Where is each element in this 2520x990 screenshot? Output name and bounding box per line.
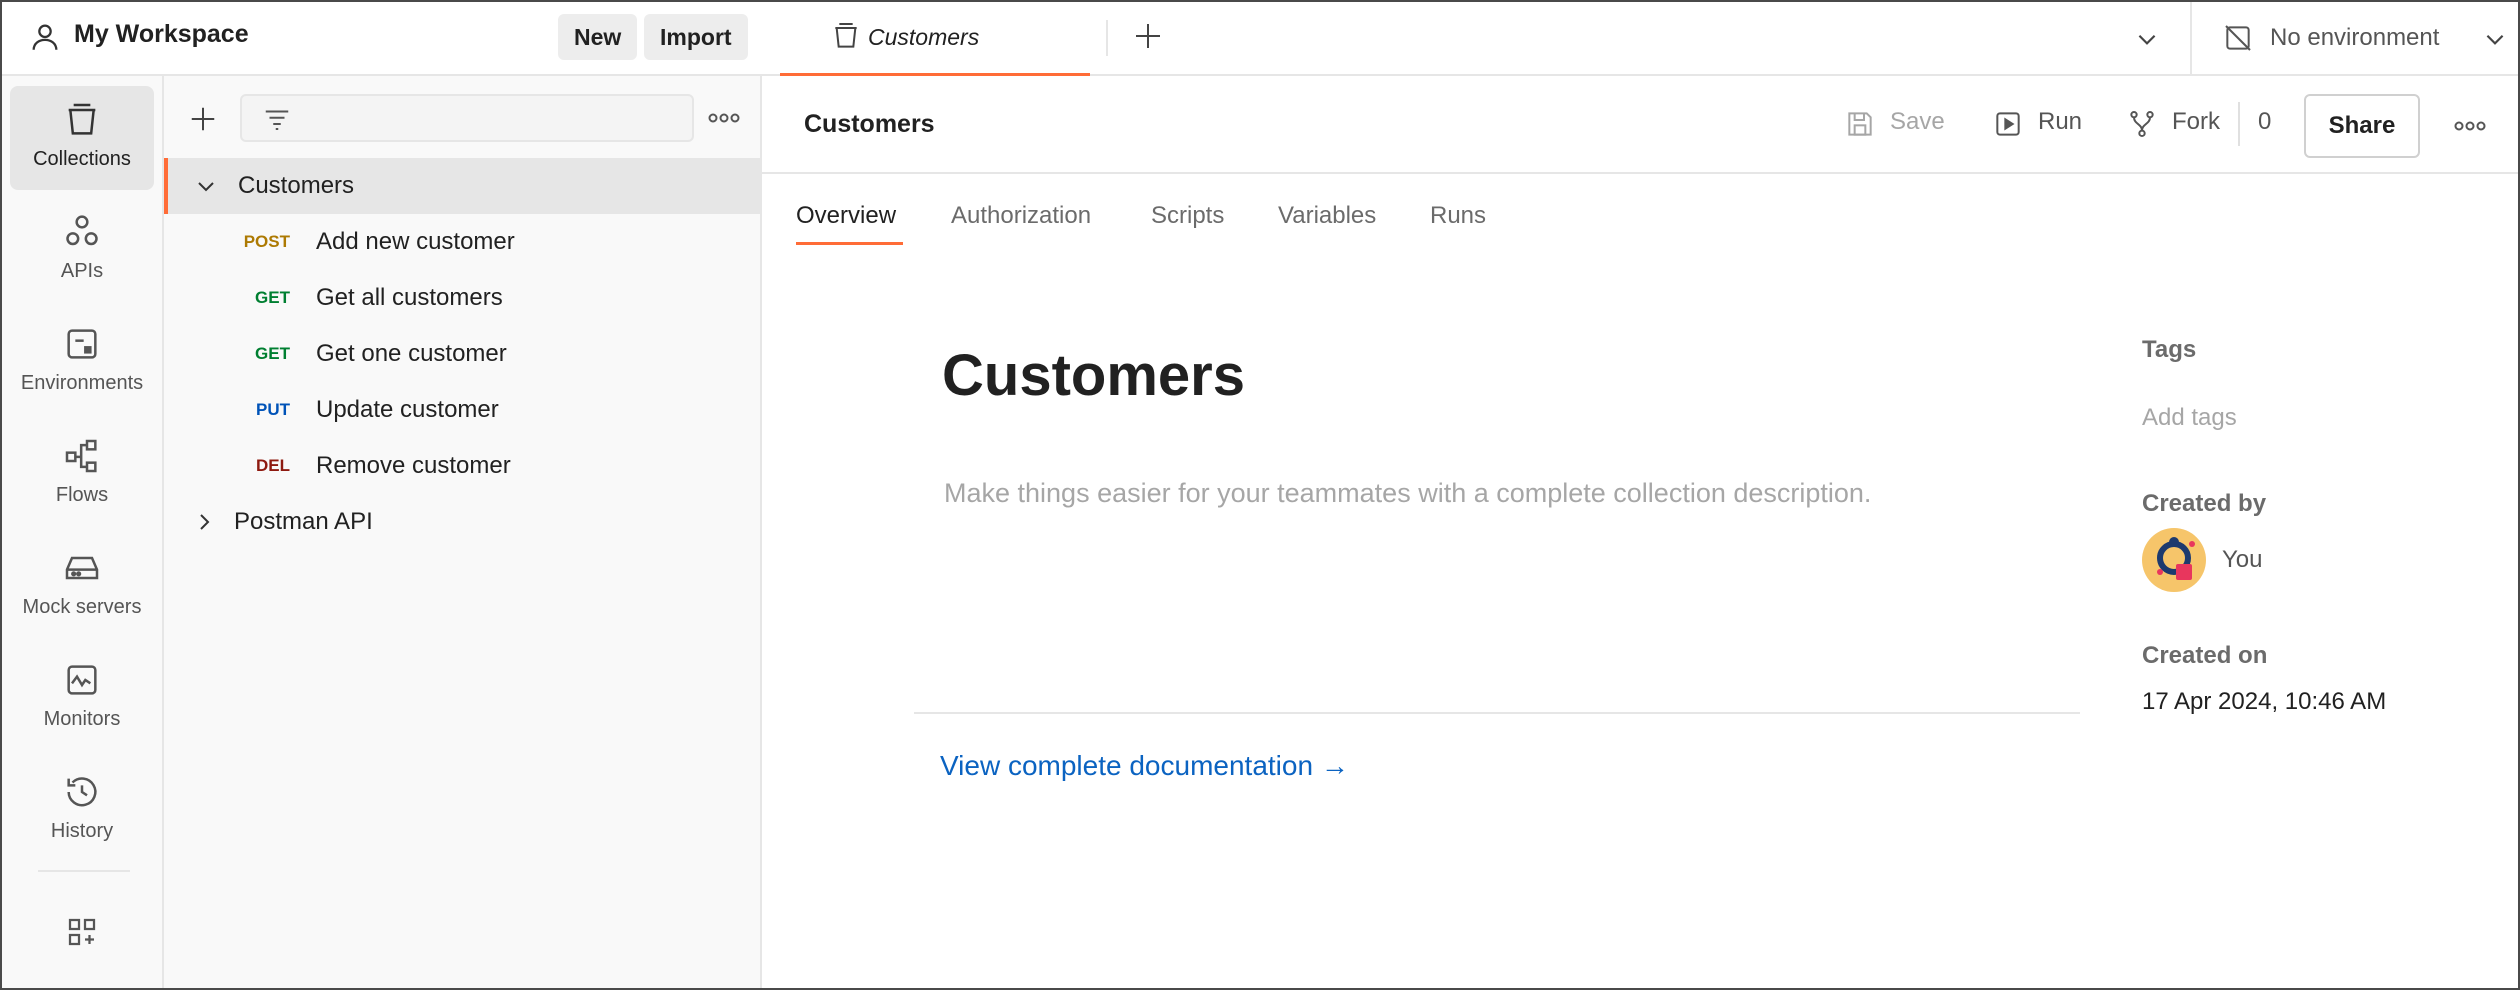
fork-icon [2126, 108, 2158, 140]
run-button[interactable]: Run [2038, 108, 2082, 136]
tab-bar: Customers No environment [762, 2, 2518, 76]
collections-icon [62, 100, 102, 140]
method-badge: POST [243, 232, 290, 251]
no-environment-icon [2222, 22, 2254, 54]
tab-authorization[interactable]: Authorization [951, 202, 1091, 230]
page-title: Customers [804, 110, 935, 138]
new-button[interactable]: New [558, 14, 638, 60]
sidebar-item-monitors[interactable]: Monitors [10, 646, 154, 750]
environment-label: No environment [2270, 24, 2440, 51]
active-tab-indicator [796, 242, 903, 245]
request-item[interactable]: GET Get all customers [164, 270, 760, 326]
flows-icon [62, 436, 102, 476]
request-name: Remove customer [316, 452, 511, 479]
apis-icon [62, 212, 102, 252]
mock-servers-icon [62, 548, 102, 588]
method-badge: PUT [256, 400, 290, 419]
workspace-name[interactable]: My Workspace [74, 20, 249, 49]
description-placeholder[interactable]: Make things easier for your teammates wi… [944, 478, 1871, 509]
sidebar-item-flows[interactable]: Flows [10, 422, 154, 526]
fork-count: 0 [2258, 108, 2272, 135]
monitors-icon [62, 660, 102, 700]
import-button[interactable]: Import [644, 14, 748, 60]
sidebar-item-collections[interactable]: Collections [10, 86, 154, 190]
collection-header: Customers Save Run Fork 0 Share [762, 76, 2518, 174]
avatar[interactable] [2142, 528, 2206, 592]
fork-button[interactable]: Fork [2172, 108, 2220, 136]
more-options-icon[interactable] [2454, 118, 2486, 134]
collection-icon [830, 20, 862, 52]
request-name: Get all customers [316, 284, 503, 311]
method-badge: DEL [256, 456, 290, 475]
filter-icon[interactable] [262, 104, 292, 134]
collection-name: Customers [238, 172, 355, 199]
request-name: Add new customer [316, 228, 515, 255]
tab-variables[interactable]: Variables [1278, 202, 1376, 230]
request-item[interactable]: GET Get one customer [164, 326, 760, 382]
tab-overview[interactable]: Overview [796, 202, 896, 230]
sidebar-item-environments[interactable]: Environments [10, 310, 154, 414]
request-name: Update customer [316, 396, 499, 423]
environment-selector[interactable]: No environment [2190, 2, 2518, 76]
sidebar-item-label: APIs [60, 260, 104, 282]
search-input[interactable] [240, 94, 694, 142]
history-icon [62, 772, 102, 812]
request-item[interactable]: PUT Update customer [164, 382, 760, 438]
collection-item-postman-api[interactable]: Postman API [164, 494, 760, 550]
new-tab-icon[interactable] [1132, 20, 1164, 52]
sidebar-item-apis[interactable]: APIs [10, 198, 154, 302]
request-item[interactable]: POST Add new customer [164, 214, 760, 270]
chevron-down-icon[interactable] [2482, 26, 2508, 52]
more-options-icon[interactable] [708, 110, 740, 126]
add-tags-link[interactable]: Add tags [2142, 404, 2237, 432]
chevron-right-icon[interactable] [192, 510, 216, 534]
created-on-date: 17 Apr 2024, 10:46 AM [2142, 688, 2387, 715]
rail-divider [38, 870, 130, 872]
share-button[interactable]: Share [2304, 94, 2420, 158]
chevron-down-icon[interactable] [194, 174, 218, 198]
run-icon [1992, 108, 2024, 140]
collection-title[interactable]: Customers [942, 342, 1245, 409]
request-item[interactable]: DEL Remove customer [164, 438, 760, 494]
method-badge: GET [255, 288, 290, 307]
sidebar-item-mock-servers[interactable]: Mock servers [10, 534, 154, 638]
collection-item-customers[interactable]: Customers [164, 158, 760, 214]
content-divider [914, 712, 2080, 714]
configure-sidebar-icon[interactable] [64, 914, 100, 950]
save-icon [1844, 108, 1876, 140]
collection-name: Postman API [234, 508, 373, 535]
chevron-down-icon[interactable] [2134, 26, 2160, 52]
created-by-name: You [2222, 546, 2263, 573]
request-name: Get one customer [316, 340, 507, 367]
save-button[interactable]: Save [1890, 108, 1945, 136]
sidebar-item-history[interactable]: History [10, 758, 154, 862]
environments-icon [62, 324, 102, 364]
sidebar-item-label: Monitors [43, 708, 121, 730]
method-badge: GET [255, 344, 290, 363]
sidebar-item-label: History [50, 820, 114, 842]
sidebar-item-label: Flows [55, 484, 109, 506]
tab-title: Customers [868, 24, 980, 50]
workspace-header: My Workspace New Import [2, 2, 762, 76]
view-documentation-link[interactable]: View complete documentation → [940, 750, 1349, 782]
sidebar-item-label: Collections [33, 148, 131, 170]
postman-app: My Workspace New Import Collections APIs [0, 0, 2520, 990]
tab-divider [1106, 20, 1108, 56]
user-icon[interactable] [28, 20, 62, 54]
sidebar-rail: Collections APIs Environments Flows Mock… [2, 76, 164, 988]
tab-scripts[interactable]: Scripts [1151, 202, 1224, 230]
tab-runs[interactable]: Runs [1430, 202, 1486, 230]
tags-heading: Tags [2142, 336, 2197, 363]
sidebar-item-label: Mock servers [22, 596, 142, 618]
fork-divider [2238, 102, 2240, 146]
sidebar-item-label: Environments [20, 372, 144, 394]
created-on-heading: Created on [2142, 642, 2268, 669]
add-icon[interactable] [188, 104, 218, 134]
created-by-heading: Created by [2142, 490, 2267, 517]
collection-tree-panel: Customers POST Add new customer GET Get … [164, 76, 762, 988]
tab-customers[interactable]: Customers [780, 2, 1090, 76]
